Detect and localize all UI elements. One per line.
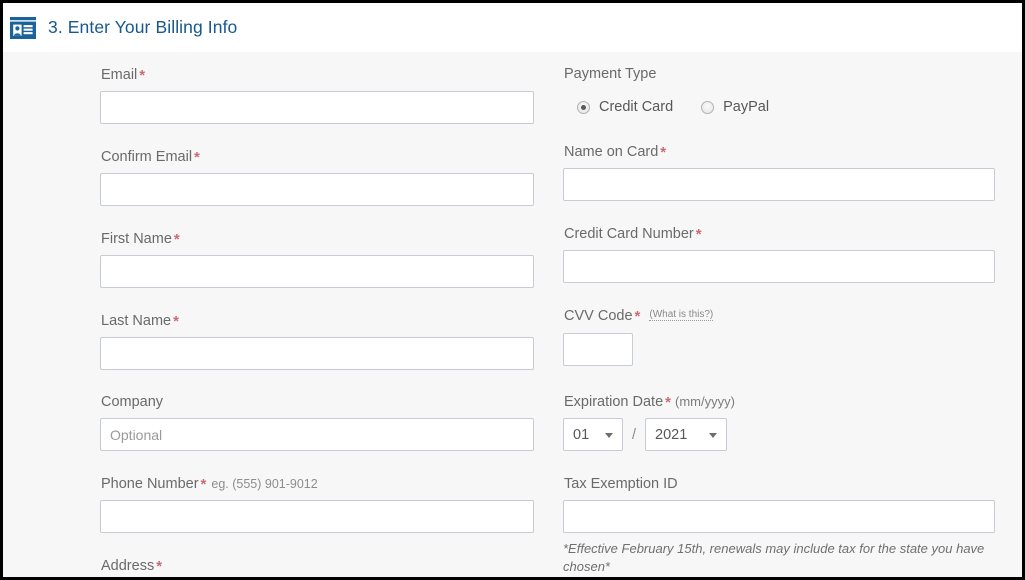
label-phone-number: Phone Number * eg. (555) 901-9012 xyxy=(101,476,318,493)
label-cvv-code: CVV Code * (What is this?) xyxy=(564,308,714,325)
field-first-name: First Name * xyxy=(100,230,534,288)
label-payment-type: Payment Type xyxy=(564,66,657,82)
required-asterisk: * xyxy=(156,558,163,575)
form-body: Email * Confirm Email * First Name * Last N… xyxy=(3,52,1022,577)
billing-contact-column: Email * Confirm Email * First Name * Last N… xyxy=(100,66,534,577)
expiration-format-hint: (mm/yyyy) xyxy=(674,394,735,409)
expiration-separator: / xyxy=(632,426,637,443)
confirm-email-input[interactable] xyxy=(100,173,534,206)
tax-exemption-id-input[interactable] xyxy=(563,500,995,533)
page-title: 3. Enter Your Billing Info xyxy=(48,17,238,37)
company-input[interactable] xyxy=(100,418,534,451)
chevron-down-icon xyxy=(605,432,613,438)
section-header: 3. Enter Your Billing Info xyxy=(3,3,1022,52)
label-address: Address * xyxy=(101,558,163,575)
required-asterisk: * xyxy=(634,308,641,325)
payment-type-radio-group: Credit Card PayPal xyxy=(563,90,995,118)
field-confirm-email: Confirm Email * xyxy=(100,148,534,206)
field-phone-number: Phone Number * eg. (555) 901-9012 xyxy=(100,475,534,533)
billing-info-screen: 3. Enter Your Billing Info Email * Confir… xyxy=(0,0,1025,580)
required-asterisk: * xyxy=(665,394,671,411)
expiration-year-value: 2021 xyxy=(655,426,688,443)
name-on-card-input[interactable] xyxy=(563,168,995,201)
radio-option-paypal[interactable]: PayPal xyxy=(701,99,769,115)
last-name-input[interactable] xyxy=(100,337,534,370)
field-address: Address * xyxy=(100,557,534,577)
expiration-year-select[interactable]: 2021 xyxy=(645,418,728,451)
field-name-on-card: Name on Card * xyxy=(563,143,995,201)
chevron-down-icon xyxy=(709,432,718,438)
field-cvv-code: CVV Code * (What is this?) xyxy=(563,307,995,366)
label-credit-card-number: Credit Card Number * xyxy=(564,226,702,243)
credit-card-number-input[interactable] xyxy=(563,250,995,283)
label-last-name: Last Name * xyxy=(101,313,179,330)
radio-label-credit-card: Credit Card xyxy=(599,99,674,115)
expiration-month-select[interactable]: 01 xyxy=(563,418,623,451)
required-asterisk: * xyxy=(173,313,179,330)
expiration-controls: 01 / 2021 xyxy=(563,418,995,451)
radio-option-credit-card[interactable]: Credit Card xyxy=(577,99,673,115)
field-credit-card-number: Credit Card Number * xyxy=(563,225,995,283)
required-asterisk: * xyxy=(200,476,207,493)
label-name-on-card: Name on Card * xyxy=(564,144,667,161)
id-card-icon xyxy=(10,16,36,39)
field-last-name: Last Name * xyxy=(100,312,534,370)
cvv-help-link[interactable]: (What is this?) xyxy=(649,309,714,321)
cvv-code-input[interactable] xyxy=(563,333,633,366)
required-asterisk: * xyxy=(660,144,667,161)
phone-format-hint: eg. (555) 901-9012 xyxy=(211,477,318,491)
radio-button-paypal[interactable] xyxy=(701,100,715,114)
label-first-name: First Name * xyxy=(101,231,180,248)
required-asterisk: * xyxy=(194,149,200,166)
field-email: Email * xyxy=(100,66,534,124)
required-asterisk: * xyxy=(173,231,180,248)
label-tax-exemption-id: Tax Exemption ID xyxy=(564,476,678,492)
label-email: Email * xyxy=(101,67,146,84)
label-company: Company xyxy=(101,394,164,410)
radio-label-paypal: PayPal xyxy=(723,99,770,115)
field-payment-type: Payment Type Credit Card PayPal xyxy=(563,66,995,118)
field-tax-exemption-id: Tax Exemption ID *Effective February 15t… xyxy=(563,476,995,576)
first-name-input[interactable] xyxy=(100,255,534,288)
phone-number-input[interactable] xyxy=(100,500,534,533)
required-asterisk: * xyxy=(139,67,146,84)
payment-column: Payment Type Credit Card PayPal Name on … xyxy=(563,66,995,576)
tax-exemption-note: *Effective February 15th, renewals may i… xyxy=(563,541,985,574)
label-expiration-date: Expiration Date * (mm/yyyy) xyxy=(564,394,735,411)
email-input[interactable] xyxy=(100,91,534,124)
required-asterisk: * xyxy=(695,226,702,243)
label-confirm-email: Confirm Email * xyxy=(101,149,200,166)
field-expiration-date: Expiration Date * (mm/yyyy) 01 / 2021 xyxy=(563,393,995,451)
radio-button-credit-card[interactable] xyxy=(577,100,590,114)
field-company: Company xyxy=(100,394,534,451)
expiration-month-value: 01 xyxy=(573,426,590,443)
